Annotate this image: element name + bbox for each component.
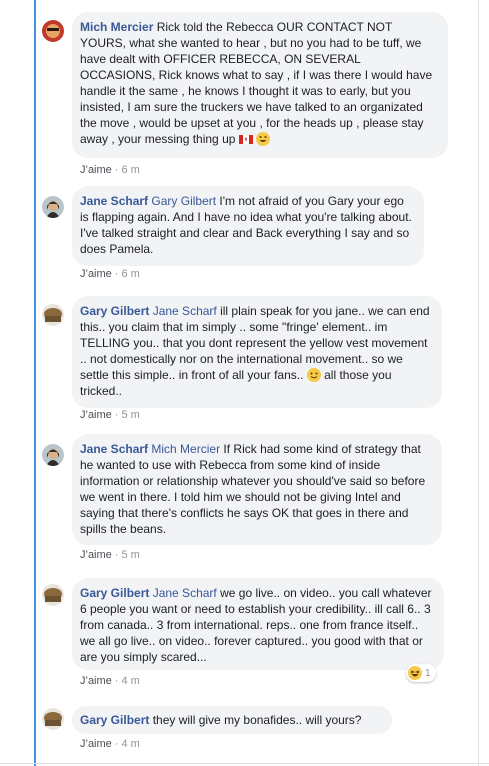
comment-bubble: Gary Gilbert Jane Scharf ill plain speak…: [72, 296, 442, 408]
comment-author[interactable]: Gary Gilbert: [80, 713, 149, 727]
comment: Jane Scharf Mich Mercier If Rick had som…: [42, 434, 442, 568]
avatar[interactable]: [42, 196, 64, 218]
comment-actions: J’aime · 6 m: [80, 268, 140, 280]
smile-emoji-icon: [306, 368, 321, 382]
panel-border: [478, 0, 479, 766]
like-button[interactable]: J’aime: [80, 675, 112, 687]
comment-bubble: Jane Scharf Gary Gilbert I'm not afraid …: [72, 186, 424, 266]
comment-bubble: Mich Mercier Rick told the Rebecca OUR C…: [72, 12, 448, 158]
avatar[interactable]: [42, 708, 64, 730]
comment-timestamp[interactable]: 5 m: [121, 549, 139, 561]
comment-actions: J’aime · 6 m: [80, 164, 140, 176]
comment-bubble: Gary Gilbert they will give my bonafides…: [72, 706, 392, 734]
comment-actions: J’aime · 5 m: [80, 549, 140, 561]
comment-actions: J’aime · 5 m: [80, 409, 140, 421]
comment-timestamp[interactable]: 4 m: [121, 738, 139, 750]
like-button[interactable]: J’aime: [80, 738, 112, 750]
avatar[interactable]: [42, 304, 64, 326]
mention-link[interactable]: Jane Scharf: [153, 586, 217, 600]
comment-timestamp[interactable]: 6 m: [121, 164, 139, 176]
comment: Mich Mercier Rick told the Rebecca OUR C…: [42, 12, 448, 182]
comment-bubble: Gary Gilbert Jane Scharf we go live.. on…: [72, 578, 444, 670]
comment: Gary Gilbert Jane Scharf ill plain speak…: [42, 296, 442, 426]
comment-author[interactable]: Gary Gilbert: [80, 586, 149, 600]
like-button[interactable]: J’aime: [80, 268, 112, 280]
like-button[interactable]: J’aime: [80, 549, 112, 561]
canada-flag-icon: [238, 135, 253, 144]
grinning-emoji-icon: [256, 132, 271, 146]
mention-link[interactable]: Jane Scharf: [153, 304, 217, 318]
thread-line-highlight: [34, 0, 36, 766]
comment-timestamp[interactable]: 6 m: [121, 268, 139, 280]
mention-link[interactable]: Gary Gilbert: [151, 194, 216, 208]
laughing-reaction-icon: [408, 666, 422, 680]
comment-author[interactable]: Gary Gilbert: [80, 304, 149, 318]
like-button[interactable]: J’aime: [80, 409, 112, 421]
reaction-summary[interactable]: 1: [406, 664, 436, 682]
comment-author[interactable]: Jane Scharf: [80, 194, 148, 208]
comment-timestamp[interactable]: 4 m: [121, 675, 139, 687]
comment: Gary Gilbert Jane Scharf we go live.. on…: [42, 578, 444, 692]
like-button[interactable]: J’aime: [80, 164, 112, 176]
comment-text: If Rick had some kind of strategy that h…: [80, 442, 426, 536]
panel-bottom-border: [0, 763, 489, 764]
comment-bubble: Jane Scharf Mich Mercier If Rick had som…: [72, 434, 442, 545]
avatar[interactable]: [42, 444, 64, 466]
comment-text: Rick told the Rebecca OUR CONTACT NOT YO…: [80, 20, 433, 146]
reaction-count: 1: [425, 667, 431, 679]
comment-author[interactable]: Jane Scharf: [80, 442, 148, 456]
comment-author[interactable]: Mich Mercier: [80, 20, 153, 34]
mention-link[interactable]: Mich Mercier: [151, 442, 220, 456]
avatar[interactable]: [42, 584, 64, 606]
comment-actions: J’aime · 4 m: [80, 675, 140, 687]
comment: Jane Scharf Gary Gilbert I'm not afraid …: [42, 186, 442, 282]
comment: Gary Gilbert they will give my bonafides…: [42, 706, 442, 756]
comment-timestamp[interactable]: 5 m: [121, 409, 139, 421]
comment-actions: J’aime · 4 m: [80, 738, 140, 750]
avatar[interactable]: [42, 20, 64, 42]
comment-text: they will give my bonafides.. will yours…: [152, 713, 362, 727]
